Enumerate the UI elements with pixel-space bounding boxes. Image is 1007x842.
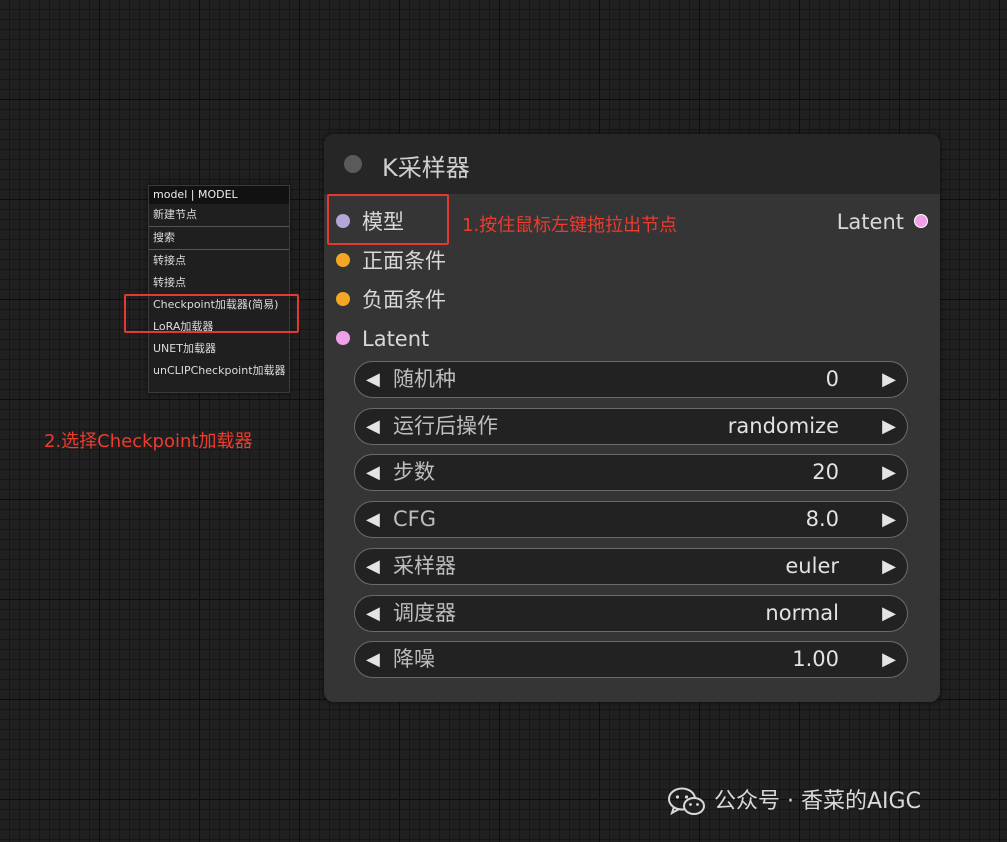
menu-item-reroute[interactable]: 转接点	[149, 250, 289, 272]
increment-arrow-icon[interactable]: ▶	[882, 642, 896, 677]
menu-item-reroute-2[interactable]: 转接点	[149, 272, 289, 294]
watermark: 公众号 · 香菜的AIGC	[668, 784, 921, 820]
highlight-box-model-slot	[327, 194, 449, 245]
collapse-dot-icon[interactable]	[344, 155, 362, 173]
increment-arrow-icon[interactable]: ▶	[882, 409, 896, 444]
menu-item-unclip-checkpoint-loader[interactable]: unCLIPCheckpoint加载器	[149, 360, 289, 382]
widget-value: euler	[785, 554, 839, 578]
increment-arrow-icon[interactable]: ▶	[882, 502, 896, 537]
annotation-step2: 2.选择Checkpoint加载器	[44, 431, 253, 452]
slot-label: Latent	[362, 327, 430, 351]
context-menu: model | MODEL 新建节点 搜索 转接点 转接点 Checkpoint…	[148, 185, 290, 393]
slot-dot-icon[interactable]	[336, 292, 350, 306]
annotation-step1: 1.按住鼠标左键拖拉出节点	[462, 215, 678, 236]
widget-label: 运行后操作	[393, 414, 498, 438]
menu-item-unet-loader[interactable]: UNET加载器	[149, 338, 289, 360]
decrement-arrow-icon[interactable]: ◀	[366, 502, 380, 537]
decrement-arrow-icon[interactable]: ◀	[366, 362, 380, 397]
input-slot-negative[interactable]: 负面条件	[336, 285, 446, 315]
widget-label: CFG	[393, 507, 437, 531]
decrement-arrow-icon[interactable]: ◀	[366, 549, 380, 584]
widget-steps[interactable]: ◀ 步数 20 ▶	[354, 454, 908, 491]
watermark-text: 公众号 · 香菜的AIGC	[714, 789, 921, 814]
widget-sampler[interactable]: ◀ 采样器 euler ▶	[354, 548, 908, 585]
output-slot-latent[interactable]: Latent	[837, 207, 928, 237]
input-slot-positive[interactable]: 正面条件	[336, 246, 446, 276]
slot-label: 负面条件	[362, 288, 446, 312]
menu-item-new-node[interactable]: 新建节点	[149, 204, 289, 227]
widget-value: normal	[765, 601, 839, 625]
input-slot-latent[interactable]: Latent	[336, 324, 429, 354]
widget-scheduler[interactable]: ◀ 调度器 normal ▶	[354, 595, 908, 632]
widget-value: 20	[812, 460, 839, 484]
slot-dot-icon[interactable]	[336, 331, 350, 345]
decrement-arrow-icon[interactable]: ◀	[366, 642, 380, 677]
decrement-arrow-icon[interactable]: ◀	[366, 455, 380, 490]
widget-value: randomize	[727, 414, 839, 438]
slot-label: 正面条件	[362, 249, 446, 273]
increment-arrow-icon[interactable]: ▶	[882, 596, 896, 631]
node-header[interactable]: K采样器	[324, 134, 940, 194]
widget-label: 调度器	[393, 601, 456, 625]
widget-value: 1.00	[792, 647, 839, 671]
widget-label: 采样器	[393, 554, 456, 578]
context-menu-title: model | MODEL	[149, 186, 289, 204]
decrement-arrow-icon[interactable]: ◀	[366, 409, 380, 444]
widget-label: 步数	[393, 460, 435, 484]
widget-value: 0	[825, 367, 839, 391]
widget-label: 降噪	[393, 647, 435, 671]
widget-seed[interactable]: ◀ 随机种 0 ▶	[354, 361, 908, 398]
wechat-icon	[668, 787, 705, 816]
widget-cfg[interactable]: ◀ CFG 8.0 ▶	[354, 501, 908, 538]
decrement-arrow-icon[interactable]: ◀	[366, 596, 380, 631]
slot-label: Latent	[836, 210, 904, 234]
widget-denoise[interactable]: ◀ 降噪 1.00 ▶	[354, 641, 908, 678]
widget-label: 随机种	[393, 367, 456, 391]
node-title: K采样器	[382, 154, 470, 182]
slot-dot-icon[interactable]	[336, 253, 350, 267]
increment-arrow-icon[interactable]: ▶	[882, 362, 896, 397]
menu-item-search[interactable]: 搜索	[149, 227, 289, 250]
highlight-box-checkpoint	[124, 294, 299, 333]
increment-arrow-icon[interactable]: ▶	[882, 549, 896, 584]
slot-dot-icon[interactable]	[914, 214, 928, 228]
widget-control-after-generate[interactable]: ◀ 运行后操作 randomize ▶	[354, 408, 908, 445]
widget-value: 8.0	[805, 507, 839, 531]
increment-arrow-icon[interactable]: ▶	[882, 455, 896, 490]
